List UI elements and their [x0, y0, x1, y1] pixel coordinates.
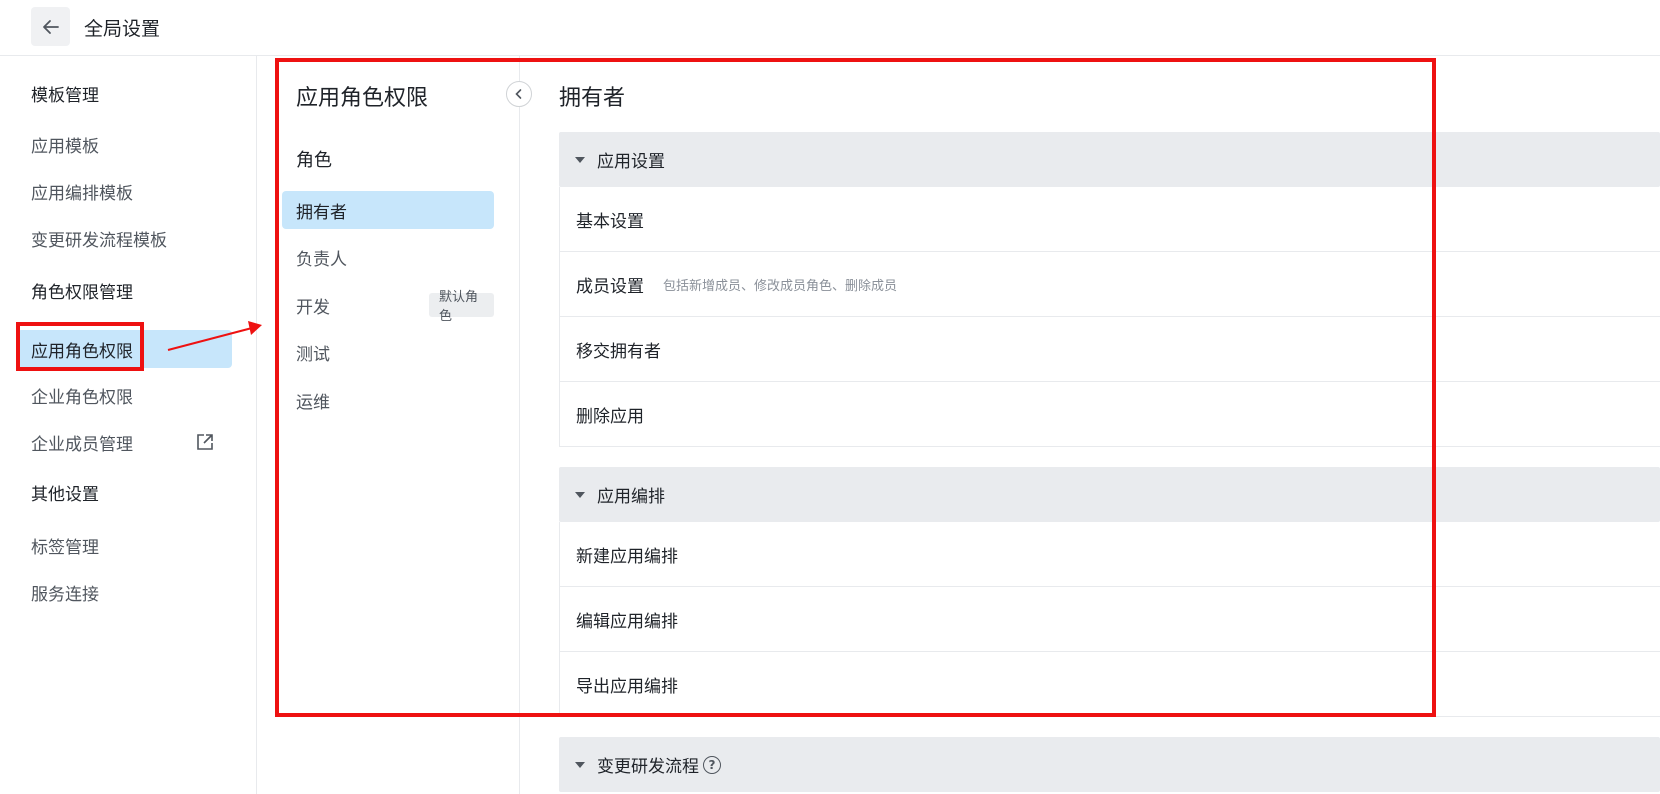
perm-label: 删除应用 [576, 406, 644, 427]
left-nav: 模板管理 应用模板 应用编排模板 变更研发流程模板 角色权限管理 应用角色权限 … [0, 56, 257, 794]
nav-item-app-template[interactable]: 应用模板 [17, 125, 232, 163]
caret-down-icon [575, 761, 585, 768]
role-item-test[interactable]: 测试 [282, 333, 494, 371]
perm-row: 编辑应用编排 [559, 587, 1660, 652]
perm-label: 导出应用编排 [576, 676, 678, 697]
perm-row: 导出应用编排 [559, 652, 1660, 717]
default-role-badge: 默认角色 [429, 290, 494, 324]
main-content: 拥有者 应用设置 基本设置 成员设置 包括新增成员、修改成员角色、删除成员 移交… [521, 56, 1660, 794]
nav-item-app-role-permission[interactable]: 应用角色权限 [17, 330, 232, 368]
arrow-left-icon [42, 19, 59, 34]
section-title: 应用设置 [597, 152, 665, 172]
collapse-button[interactable] [506, 81, 532, 107]
caret-down-icon [575, 156, 585, 163]
chevron-left-icon [515, 89, 522, 99]
section-title: 变更研发流程 [597, 757, 699, 777]
caret-down-icon [575, 491, 585, 498]
perm-row: 移交拥有者 [559, 317, 1660, 382]
top-bar: 全局设置 [0, 0, 1660, 56]
nav-group-template: 模板管理 [31, 86, 99, 106]
perm-row: 基本设置 [559, 187, 1660, 252]
nav-item-app-orchestration-template[interactable]: 应用编排模板 [17, 172, 232, 210]
section-header-app-orchestration[interactable]: 应用编排 [559, 467, 1660, 522]
nav-item-tag-manage[interactable]: 标签管理 [17, 526, 232, 564]
external-link-icon [197, 434, 213, 450]
main-title: 拥有者 [559, 86, 626, 111]
section-header-change-flow[interactable]: 变更研发流程 ? [559, 737, 1660, 792]
role-item-label: 开发 [296, 297, 330, 318]
perm-desc: 包括新增成员、修改成员角色、删除成员 [663, 278, 898, 294]
nav-group-role-permission: 角色权限管理 [31, 283, 133, 303]
role-item-dev[interactable]: 开发 默认角色 [282, 286, 494, 324]
perm-label: 成员设置 [576, 276, 644, 297]
help-icon[interactable]: ? [703, 755, 721, 774]
role-item-ops[interactable]: 运维 [282, 381, 494, 419]
page-title: 全局设置 [84, 18, 161, 40]
nav-item-enterprise-member[interactable]: 企业成员管理 [17, 423, 232, 461]
role-item-owner[interactable]: 拥有者 [282, 191, 494, 229]
nav-item-service-connection[interactable]: 服务连接 [17, 573, 232, 611]
section-title: 应用编排 [597, 487, 665, 507]
perm-row: 新建应用编排 [559, 522, 1660, 587]
nav-item-change-flow-template[interactable]: 变更研发流程模板 [17, 219, 232, 257]
nav-item-label: 企业成员管理 [31, 434, 133, 455]
perm-label: 基本设置 [576, 211, 644, 232]
perm-label: 移交拥有者 [576, 341, 661, 362]
roles-panel-title: 应用角色权限 [296, 86, 429, 111]
nav-item-enterprise-role-permission[interactable]: 企业角色权限 [17, 376, 232, 414]
back-button[interactable] [31, 7, 70, 46]
perm-label: 编辑应用编排 [576, 611, 678, 632]
perm-row: 成员设置 包括新增成员、修改成员角色、删除成员 [559, 252, 1660, 317]
perm-label: 新建应用编排 [576, 546, 678, 567]
roles-panel: 应用角色权限 角色 拥有者 负责人 开发 默认角色 测试 运维 [257, 56, 532, 794]
section-header-app-settings[interactable]: 应用设置 [559, 132, 1660, 187]
perm-row: 删除应用 [559, 382, 1660, 447]
nav-group-other: 其他设置 [31, 485, 99, 505]
roles-subtitle: 角色 [296, 150, 332, 171]
role-item-lead[interactable]: 负责人 [282, 238, 494, 276]
